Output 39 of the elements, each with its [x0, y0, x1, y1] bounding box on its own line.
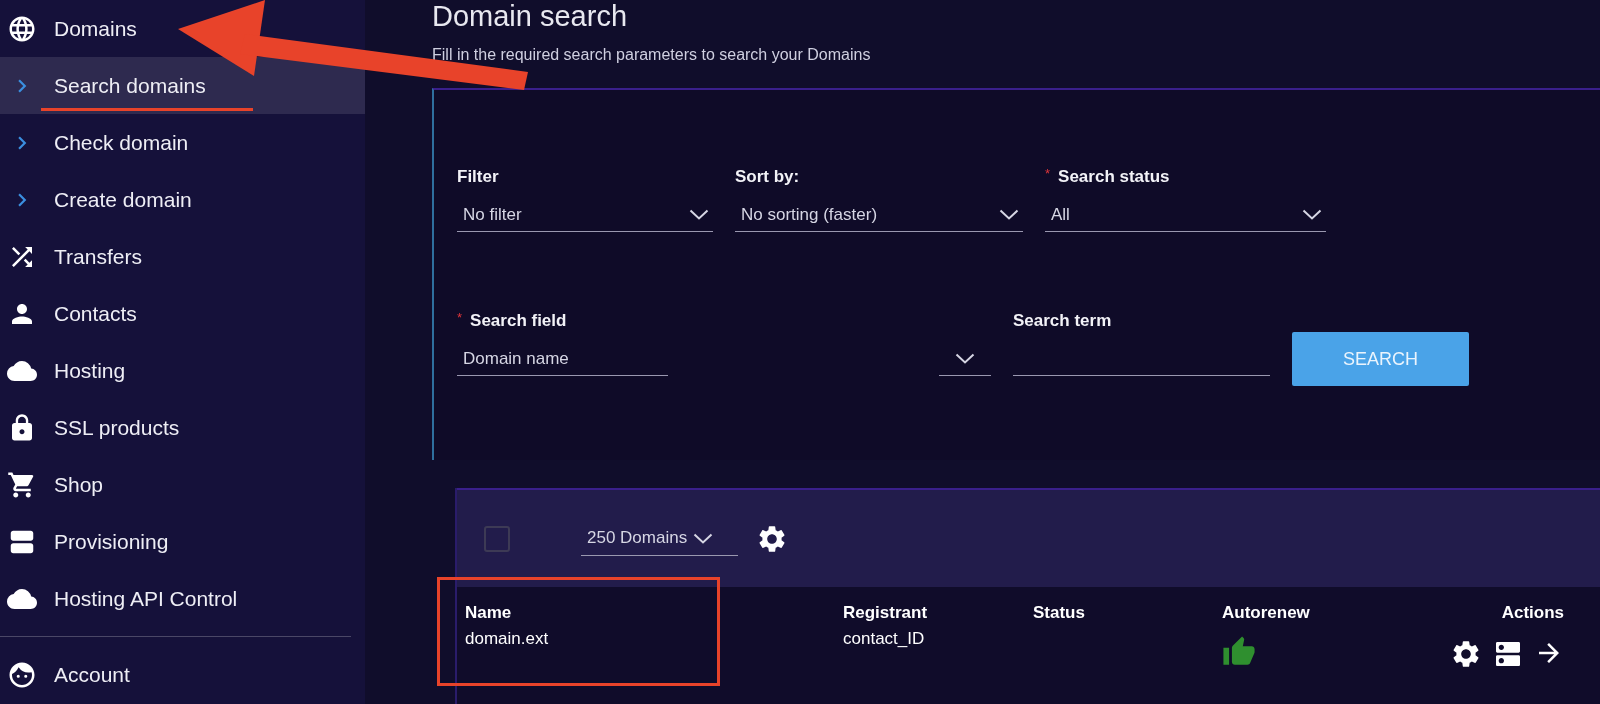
column-header: Registrant [843, 602, 929, 623]
sidebar-item[interactable]: Check domain [0, 114, 365, 171]
caret-icon [689, 209, 709, 220]
dropdown-field[interactable]: No sorting (faster) [735, 198, 1023, 232]
sidebar-item[interactable]: Hosting API Control [0, 570, 365, 627]
dropdown-field[interactable]: Domain name [457, 342, 991, 376]
required-mark: * [457, 310, 463, 325]
column-header: Name [465, 602, 513, 623]
sidebar-item[interactable]: SSL products [0, 399, 365, 456]
field-label: Search term [1013, 311, 1112, 331]
dropdown-field[interactable]: All [1045, 198, 1326, 232]
sidebar-item[interactable]: Provisioning [0, 513, 365, 570]
sidebar-item[interactable]: Hosting [0, 342, 365, 399]
sidebar-item[interactable]: Contacts [0, 285, 365, 342]
column-header: Autorenew [1222, 602, 1311, 623]
caret-icon [1302, 209, 1322, 220]
select-all-checkbox[interactable] [484, 525, 510, 552]
page-title: Domain search [432, 0, 629, 32]
domain-name-cell-text: domain.ext [465, 628, 550, 649]
column-header: Status [1033, 602, 1086, 623]
field-label: Sort by: [735, 167, 800, 187]
sidebar-item[interactable]: Transfers [0, 228, 365, 285]
column-header: Actions [1500, 602, 1564, 623]
required-mark: * [1045, 166, 1051, 181]
page-size-dropdown[interactable]: 250 Domains [581, 521, 738, 556]
sidebar-item[interactable]: Account [0, 646, 365, 703]
field-label: Search status [1058, 167, 1170, 187]
sidebar-item[interactable]: Shop [0, 456, 365, 513]
page-subtitle: Fill in the required search parameters to search your Domains [432, 46, 872, 65]
caret-icon [999, 209, 1019, 220]
sidebar-item[interactable]: Create domain [0, 171, 365, 228]
field-label: Search field [470, 311, 567, 331]
field-label: Filter [457, 167, 499, 187]
caret-icon [693, 532, 714, 544]
registrant-cell-text: contact_ID [843, 628, 926, 649]
sidebar-item[interactable]: Domains [0, 0, 365, 57]
dropdown-field[interactable]: No filter [457, 198, 713, 232]
caret-icon [955, 353, 975, 364]
sidebar-item[interactable]: Search domains [0, 57, 365, 114]
